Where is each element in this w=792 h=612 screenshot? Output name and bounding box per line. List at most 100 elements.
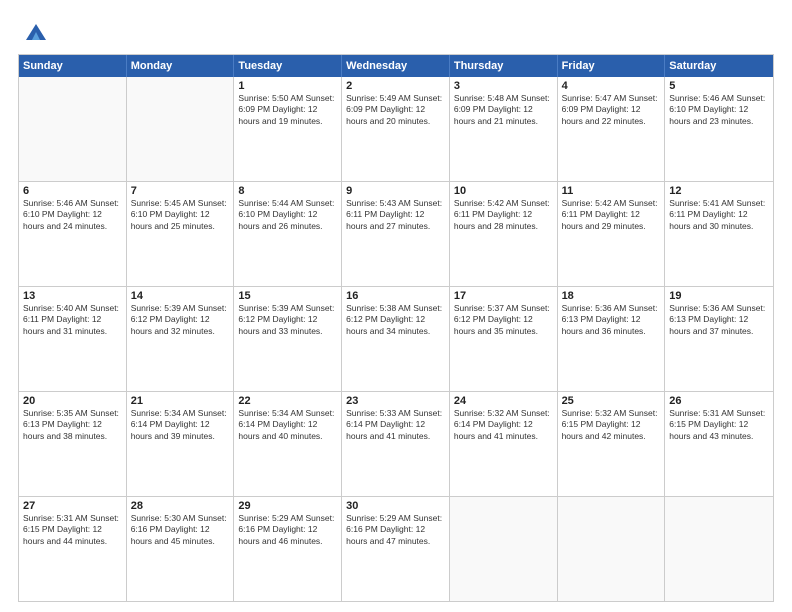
day-info: Sunrise: 5:30 AM Sunset: 6:16 PM Dayligh… <box>131 513 230 547</box>
calendar-cell: 2Sunrise: 5:49 AM Sunset: 6:09 PM Daylig… <box>342 77 450 181</box>
calendar-cell: 24Sunrise: 5:32 AM Sunset: 6:14 PM Dayli… <box>450 392 558 496</box>
day-number: 3 <box>454 80 553 92</box>
day-info: Sunrise: 5:32 AM Sunset: 6:15 PM Dayligh… <box>562 408 661 442</box>
weekday-header: Thursday <box>450 55 558 77</box>
day-info: Sunrise: 5:38 AM Sunset: 6:12 PM Dayligh… <box>346 303 445 337</box>
day-info: Sunrise: 5:39 AM Sunset: 6:12 PM Dayligh… <box>238 303 337 337</box>
calendar-cell: 16Sunrise: 5:38 AM Sunset: 6:12 PM Dayli… <box>342 287 450 391</box>
day-number: 5 <box>669 80 769 92</box>
calendar-cell: 1Sunrise: 5:50 AM Sunset: 6:09 PM Daylig… <box>234 77 342 181</box>
calendar-cell: 26Sunrise: 5:31 AM Sunset: 6:15 PM Dayli… <box>665 392 773 496</box>
logo-icon <box>22 18 50 46</box>
weekday-header: Friday <box>558 55 666 77</box>
weekday-header: Sunday <box>19 55 127 77</box>
day-info: Sunrise: 5:37 AM Sunset: 6:12 PM Dayligh… <box>454 303 553 337</box>
day-info: Sunrise: 5:41 AM Sunset: 6:11 PM Dayligh… <box>669 198 769 232</box>
calendar-cell: 29Sunrise: 5:29 AM Sunset: 6:16 PM Dayli… <box>234 497 342 601</box>
day-info: Sunrise: 5:44 AM Sunset: 6:10 PM Dayligh… <box>238 198 337 232</box>
calendar-cell: 10Sunrise: 5:42 AM Sunset: 6:11 PM Dayli… <box>450 182 558 286</box>
header <box>18 18 774 46</box>
day-info: Sunrise: 5:40 AM Sunset: 6:11 PM Dayligh… <box>23 303 122 337</box>
day-number: 9 <box>346 185 445 197</box>
calendar-cell: 8Sunrise: 5:44 AM Sunset: 6:10 PM Daylig… <box>234 182 342 286</box>
day-info: Sunrise: 5:45 AM Sunset: 6:10 PM Dayligh… <box>131 198 230 232</box>
calendar-cell: 6Sunrise: 5:46 AM Sunset: 6:10 PM Daylig… <box>19 182 127 286</box>
calendar-cell: 3Sunrise: 5:48 AM Sunset: 6:09 PM Daylig… <box>450 77 558 181</box>
day-info: Sunrise: 5:33 AM Sunset: 6:14 PM Dayligh… <box>346 408 445 442</box>
day-number: 6 <box>23 185 122 197</box>
calendar-cell: 9Sunrise: 5:43 AM Sunset: 6:11 PM Daylig… <box>342 182 450 286</box>
calendar-cell: 27Sunrise: 5:31 AM Sunset: 6:15 PM Dayli… <box>19 497 127 601</box>
calendar-cell: 17Sunrise: 5:37 AM Sunset: 6:12 PM Dayli… <box>450 287 558 391</box>
calendar-header: SundayMondayTuesdayWednesdayThursdayFrid… <box>19 55 773 77</box>
day-number: 7 <box>131 185 230 197</box>
calendar-cell: 19Sunrise: 5:36 AM Sunset: 6:13 PM Dayli… <box>665 287 773 391</box>
day-number: 23 <box>346 395 445 407</box>
day-number: 19 <box>669 290 769 302</box>
day-info: Sunrise: 5:29 AM Sunset: 6:16 PM Dayligh… <box>238 513 337 547</box>
day-info: Sunrise: 5:35 AM Sunset: 6:13 PM Dayligh… <box>23 408 122 442</box>
calendar-row: 27Sunrise: 5:31 AM Sunset: 6:15 PM Dayli… <box>19 496 773 601</box>
day-info: Sunrise: 5:43 AM Sunset: 6:11 PM Dayligh… <box>346 198 445 232</box>
calendar-cell: 15Sunrise: 5:39 AM Sunset: 6:12 PM Dayli… <box>234 287 342 391</box>
calendar-cell: 14Sunrise: 5:39 AM Sunset: 6:12 PM Dayli… <box>127 287 235 391</box>
day-number: 17 <box>454 290 553 302</box>
day-info: Sunrise: 5:29 AM Sunset: 6:16 PM Dayligh… <box>346 513 445 547</box>
day-info: Sunrise: 5:31 AM Sunset: 6:15 PM Dayligh… <box>23 513 122 547</box>
day-number: 11 <box>562 185 661 197</box>
calendar-cell <box>558 497 666 601</box>
calendar-cell: 13Sunrise: 5:40 AM Sunset: 6:11 PM Dayli… <box>19 287 127 391</box>
day-info: Sunrise: 5:31 AM Sunset: 6:15 PM Dayligh… <box>669 408 769 442</box>
day-number: 13 <box>23 290 122 302</box>
calendar-row: 20Sunrise: 5:35 AM Sunset: 6:13 PM Dayli… <box>19 391 773 496</box>
day-number: 14 <box>131 290 230 302</box>
day-info: Sunrise: 5:32 AM Sunset: 6:14 PM Dayligh… <box>454 408 553 442</box>
day-number: 28 <box>131 500 230 512</box>
calendar-cell: 28Sunrise: 5:30 AM Sunset: 6:16 PM Dayli… <box>127 497 235 601</box>
calendar-body: 1Sunrise: 5:50 AM Sunset: 6:09 PM Daylig… <box>19 77 773 601</box>
day-number: 26 <box>669 395 769 407</box>
logo <box>18 18 50 46</box>
day-number: 27 <box>23 500 122 512</box>
calendar-row: 6Sunrise: 5:46 AM Sunset: 6:10 PM Daylig… <box>19 181 773 286</box>
calendar-cell: 30Sunrise: 5:29 AM Sunset: 6:16 PM Dayli… <box>342 497 450 601</box>
day-number: 18 <box>562 290 661 302</box>
day-info: Sunrise: 5:36 AM Sunset: 6:13 PM Dayligh… <box>562 303 661 337</box>
day-info: Sunrise: 5:50 AM Sunset: 6:09 PM Dayligh… <box>238 93 337 127</box>
day-info: Sunrise: 5:34 AM Sunset: 6:14 PM Dayligh… <box>238 408 337 442</box>
weekday-header: Tuesday <box>234 55 342 77</box>
calendar-cell: 4Sunrise: 5:47 AM Sunset: 6:09 PM Daylig… <box>558 77 666 181</box>
day-number: 21 <box>131 395 230 407</box>
day-number: 29 <box>238 500 337 512</box>
page: SundayMondayTuesdayWednesdayThursdayFrid… <box>0 0 792 612</box>
calendar-cell: 21Sunrise: 5:34 AM Sunset: 6:14 PM Dayli… <box>127 392 235 496</box>
day-number: 24 <box>454 395 553 407</box>
day-number: 10 <box>454 185 553 197</box>
day-number: 25 <box>562 395 661 407</box>
calendar-cell: 23Sunrise: 5:33 AM Sunset: 6:14 PM Dayli… <box>342 392 450 496</box>
calendar-cell <box>665 497 773 601</box>
day-number: 2 <box>346 80 445 92</box>
day-number: 12 <box>669 185 769 197</box>
day-number: 1 <box>238 80 337 92</box>
day-info: Sunrise: 5:42 AM Sunset: 6:11 PM Dayligh… <box>562 198 661 232</box>
calendar-cell <box>450 497 558 601</box>
day-number: 30 <box>346 500 445 512</box>
day-number: 15 <box>238 290 337 302</box>
day-info: Sunrise: 5:47 AM Sunset: 6:09 PM Dayligh… <box>562 93 661 127</box>
weekday-header: Monday <box>127 55 235 77</box>
calendar-cell: 11Sunrise: 5:42 AM Sunset: 6:11 PM Dayli… <box>558 182 666 286</box>
calendar-cell: 5Sunrise: 5:46 AM Sunset: 6:10 PM Daylig… <box>665 77 773 181</box>
calendar-cell: 18Sunrise: 5:36 AM Sunset: 6:13 PM Dayli… <box>558 287 666 391</box>
calendar-cell: 12Sunrise: 5:41 AM Sunset: 6:11 PM Dayli… <box>665 182 773 286</box>
weekday-header: Saturday <box>665 55 773 77</box>
day-info: Sunrise: 5:46 AM Sunset: 6:10 PM Dayligh… <box>669 93 769 127</box>
calendar: SundayMondayTuesdayWednesdayThursdayFrid… <box>18 54 774 602</box>
calendar-cell <box>127 77 235 181</box>
calendar-cell: 22Sunrise: 5:34 AM Sunset: 6:14 PM Dayli… <box>234 392 342 496</box>
day-info: Sunrise: 5:42 AM Sunset: 6:11 PM Dayligh… <box>454 198 553 232</box>
day-info: Sunrise: 5:48 AM Sunset: 6:09 PM Dayligh… <box>454 93 553 127</box>
day-info: Sunrise: 5:49 AM Sunset: 6:09 PM Dayligh… <box>346 93 445 127</box>
day-number: 16 <box>346 290 445 302</box>
calendar-cell: 20Sunrise: 5:35 AM Sunset: 6:13 PM Dayli… <box>19 392 127 496</box>
